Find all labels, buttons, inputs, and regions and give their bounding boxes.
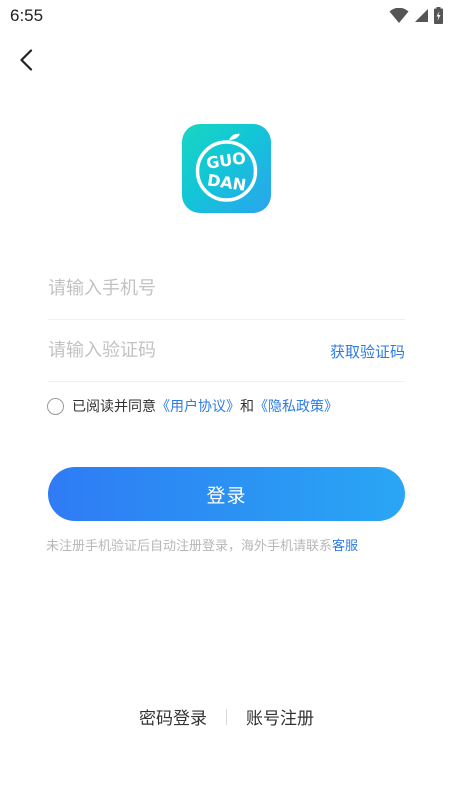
logo-mark: GUO DAN	[195, 133, 258, 202]
code-input[interactable]	[48, 335, 308, 365]
customer-service-link[interactable]: 客服	[332, 539, 358, 554]
register-hint: 未注册手机验证后自动注册登录，海外手机请联系客服	[46, 535, 358, 554]
divider	[226, 708, 227, 725]
svg-text:GUO: GUO	[205, 148, 247, 172]
login-button[interactable]: 登录	[48, 467, 405, 521]
signal-icon	[415, 9, 428, 22]
agreement-prefix: 已阅读并同意	[72, 399, 156, 415]
agreement-checkbox[interactable]	[47, 397, 64, 415]
bottom-links: 密码登录 账号注册	[0, 704, 453, 729]
battery-icon	[434, 7, 443, 24]
privacy-policy-link[interactable]: 《隐私政策》	[254, 396, 338, 416]
code-field: 获取验证码	[48, 321, 405, 382]
hint-text: 未注册手机验证后自动注册登录，海外手机请联系	[46, 539, 333, 554]
account-register-link[interactable]: 账号注册	[246, 704, 314, 729]
phone-field	[48, 259, 405, 320]
login-button-label: 登录	[206, 484, 247, 507]
password-login-link[interactable]: 密码登录	[139, 704, 207, 729]
user-agreement-link[interactable]: 《用户协议》	[156, 396, 240, 416]
agreement-and: 和	[240, 399, 254, 415]
back-button[interactable]	[12, 46, 40, 74]
status-bar: 6:55	[0, 0, 453, 32]
status-time: 6:55	[10, 6, 44, 25]
chevron-left-icon	[20, 49, 33, 71]
get-code-button[interactable]: 获取验证码	[330, 341, 405, 362]
app-logo: GUO DAN	[182, 124, 271, 213]
svg-text:DAN: DAN	[206, 170, 247, 194]
wifi-icon	[389, 7, 409, 23]
agreement-row: 已阅读并同意 《用户协议》 和 《隐私政策》	[47, 396, 338, 416]
status-icons	[389, 7, 443, 24]
phone-input[interactable]	[48, 273, 308, 303]
